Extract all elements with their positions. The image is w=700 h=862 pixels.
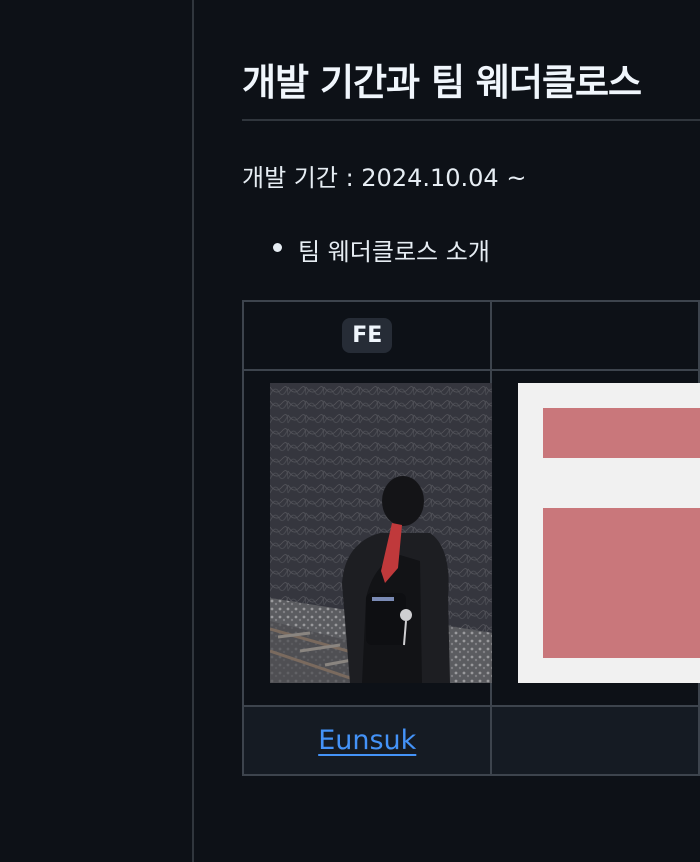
section-heading: 개발 기간과 팀 웨더클로스 bbox=[242, 61, 642, 104]
table-header-cell bbox=[490, 300, 700, 371]
role-badge-fe: FE bbox=[342, 318, 393, 353]
name-cell bbox=[490, 705, 700, 776]
list-item: 팀 웨더클로스 소개 bbox=[298, 238, 490, 266]
table-row: Eunsuk bbox=[242, 705, 700, 776]
team-table: FE Eunsuk bbox=[242, 300, 700, 776]
table-header-row: FE bbox=[242, 300, 700, 371]
photo-cell bbox=[242, 369, 570, 707]
profile-avatar[interactable] bbox=[518, 383, 700, 683]
member-profile-link[interactable]: Eunsuk bbox=[318, 725, 416, 756]
name-cell: Eunsuk bbox=[242, 705, 493, 776]
heading-divider bbox=[242, 119, 700, 121]
development-period: 개발 기간 : 2024.10.04 ~ bbox=[242, 164, 527, 192]
table-row bbox=[242, 369, 700, 707]
photo-cell bbox=[490, 369, 700, 707]
sidebar-divider bbox=[192, 0, 194, 862]
sidebar bbox=[0, 0, 193, 862]
readme-content: 개발 기간과 팀 웨더클로스 개발 기간 : 2024.10.04 ~ 팀 웨더… bbox=[242, 0, 700, 862]
table-header-cell: FE bbox=[242, 300, 493, 371]
bullet-icon bbox=[273, 243, 282, 252]
